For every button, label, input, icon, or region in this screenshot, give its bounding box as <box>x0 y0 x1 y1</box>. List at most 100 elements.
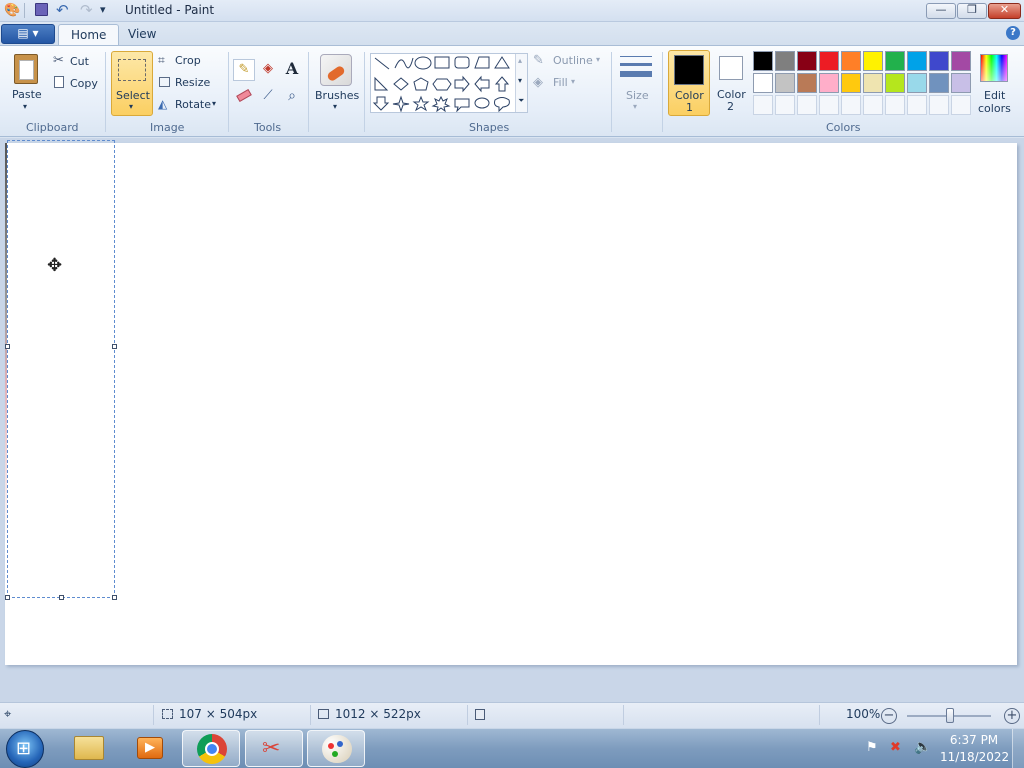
palette-swatch[interactable] <box>819 51 839 71</box>
selection-handle[interactable] <box>59 595 64 600</box>
clock-date[interactable]: 11/18/2022 <box>940 750 1009 764</box>
palette-swatch[interactable] <box>841 73 861 93</box>
paste-button[interactable]: Paste ▾ <box>6 52 48 118</box>
zoom-in-button[interactable]: + <box>1004 708 1020 724</box>
edit-colors-label: Edit <box>984 89 1006 102</box>
window-title: Untitled - Paint <box>125 3 215 17</box>
clipboard-icon <box>14 54 38 84</box>
custom-color-slot[interactable] <box>753 95 773 115</box>
network-icon[interactable]: ✖ <box>890 740 901 755</box>
undo-icon[interactable]: ↶ <box>56 1 69 19</box>
resize-icon <box>159 77 170 87</box>
show-desktop-button[interactable] <box>1012 729 1024 768</box>
palette-swatch[interactable] <box>885 73 905 93</box>
custom-color-slot[interactable] <box>885 95 905 115</box>
size-button[interactable]: Size ▾ <box>617 52 655 116</box>
minimize-button[interactable]: — <box>926 3 956 19</box>
magnifier-icon[interactable]: ⌕ <box>281 86 303 108</box>
divider <box>105 52 106 132</box>
close-button[interactable]: ✕ <box>988 3 1021 19</box>
selection-handle[interactable] <box>5 344 10 349</box>
palette-swatch[interactable] <box>819 73 839 93</box>
taskbar-explorer[interactable] <box>60 730 118 767</box>
zoom-out-button[interactable]: − <box>881 708 897 724</box>
color-picker-icon[interactable]: ⟋ <box>257 86 279 108</box>
fill-bucket-icon[interactable]: ◈ <box>257 59 279 81</box>
palette-swatch[interactable] <box>863 73 883 93</box>
palette-swatch[interactable] <box>951 73 971 93</box>
palette-swatch[interactable] <box>797 51 817 71</box>
select-label: Select <box>116 89 150 102</box>
palette-swatch[interactable] <box>907 51 927 71</box>
file-size-icon <box>475 709 485 720</box>
palette-swatch[interactable] <box>841 51 861 71</box>
palette-swatch[interactable] <box>753 51 773 71</box>
clock-time[interactable]: 6:37 PM <box>944 733 1004 747</box>
palette-swatch[interactable] <box>863 51 883 71</box>
divider <box>662 52 663 132</box>
palette-swatch[interactable] <box>775 51 795 71</box>
volume-icon[interactable]: 🔈 <box>914 739 931 755</box>
taskbar-chrome[interactable] <box>182 730 240 767</box>
custom-color-slot[interactable] <box>929 95 949 115</box>
taskbar-snipping-tool[interactable]: ✂ <box>245 730 303 767</box>
color-spectrum-icon <box>980 54 1008 82</box>
crop-icon: ⌗ <box>158 53 165 67</box>
text-tool-icon[interactable]: A <box>281 59 303 81</box>
copy-label: Copy <box>70 77 98 90</box>
custom-color-slot[interactable] <box>775 95 795 115</box>
shapes-gallery-icons[interactable] <box>371 54 527 112</box>
palette-swatch[interactable] <box>885 51 905 71</box>
colors-group-label: Colors <box>826 121 861 134</box>
customize-quick-access-button[interactable]: ▾ <box>100 3 106 16</box>
start-button[interactable]: ⊞ <box>6 730 44 768</box>
taskbar-paint[interactable] <box>307 730 365 767</box>
brushes-button[interactable]: Brushes ▾ <box>313 52 359 116</box>
edit-colors-button[interactable]: Edit colors <box>976 52 1012 116</box>
paint-app-icon[interactable]: 🎨 <box>4 3 20 18</box>
maximize-button[interactable]: ❐ <box>957 3 987 19</box>
custom-color-slot[interactable] <box>797 95 817 115</box>
drawing-canvas[interactable] <box>5 143 1017 665</box>
selection-handle[interactable] <box>112 344 117 349</box>
custom-color-slot[interactable] <box>841 95 861 115</box>
expand-gallery-icon[interactable]: ⏷ <box>518 96 524 106</box>
pencil-icon[interactable]: ✎ <box>233 59 255 81</box>
palette-swatch[interactable] <box>753 73 773 93</box>
palette-swatch[interactable] <box>907 73 927 93</box>
select-button[interactable]: Select ▾ <box>111 51 153 116</box>
chevron-down-icon[interactable]: ▾ <box>518 76 522 85</box>
redo-icon[interactable]: ↷ <box>80 1 93 19</box>
color1-button[interactable]: Color 1 <box>668 50 710 116</box>
shapes-group-label: Shapes <box>469 121 510 134</box>
tab-view[interactable]: View <box>116 24 168 46</box>
canvas-size: 1012 × 522px <box>335 707 421 721</box>
custom-color-slot[interactable] <box>951 95 971 115</box>
color2-button[interactable]: Color 2 <box>712 50 752 116</box>
palette-swatch[interactable] <box>929 51 949 71</box>
custom-color-slot[interactable] <box>907 95 927 115</box>
palette-swatch[interactable] <box>775 73 795 93</box>
chevron-up-icon[interactable]: ▴ <box>518 56 522 65</box>
eraser-icon[interactable] <box>233 86 255 108</box>
palette-swatch[interactable] <box>951 51 971 71</box>
paint-icon <box>322 735 352 763</box>
edit-colors-label-2: colors <box>978 102 1011 115</box>
file-menu-button[interactable]: ▤ ▾ <box>1 24 55 44</box>
selection-handle[interactable] <box>5 595 10 600</box>
selection-handle[interactable] <box>112 595 117 600</box>
custom-color-slot[interactable] <box>819 95 839 115</box>
zoom-slider-thumb[interactable] <box>946 708 954 723</box>
taskbar-media-player[interactable]: ▶ <box>121 730 179 767</box>
tab-home[interactable]: Home <box>58 24 120 46</box>
custom-color-slot[interactable] <box>863 95 883 115</box>
palette-swatch[interactable] <box>797 73 817 93</box>
divider <box>153 705 154 725</box>
divider <box>228 52 229 132</box>
help-icon[interactable]: ? <box>1006 26 1020 40</box>
shapes-scrollbar[interactable]: ▴ ▾ ⏷ <box>515 54 527 112</box>
save-icon[interactable] <box>35 3 48 16</box>
palette-swatch[interactable] <box>929 73 949 93</box>
selection-rectangle[interactable] <box>7 140 115 598</box>
action-center-icon[interactable]: ⚑ <box>866 740 878 755</box>
